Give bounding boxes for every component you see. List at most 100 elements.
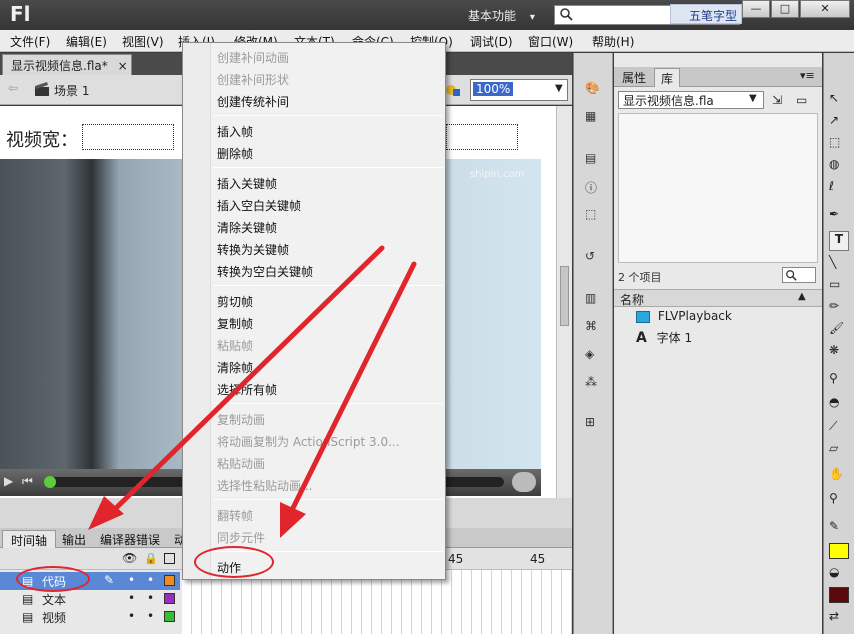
- project-icon[interactable]: ⊞: [585, 415, 603, 433]
- eye-icon[interactable]: 👁: [122, 551, 137, 565]
- close-button[interactable]: ✕: [800, 0, 850, 18]
- menu-create-shape-tween[interactable]: 创建补间形状: [217, 71, 289, 88]
- maximize-button[interactable]: □: [771, 0, 799, 18]
- text-tool-icon[interactable]: T: [829, 231, 849, 251]
- layer-row[interactable]: ▤ 文本 • •: [0, 590, 180, 608]
- menu-reverse-frames[interactable]: 翻转帧: [217, 507, 253, 524]
- scene-label[interactable]: 场景 1: [54, 82, 89, 99]
- menu-help[interactable]: 帮助(H): [592, 33, 634, 50]
- outline-icon[interactable]: [164, 553, 175, 564]
- lasso-tool-icon[interactable]: ℓ: [829, 179, 849, 199]
- layer-name[interactable]: 视频: [42, 609, 66, 626]
- video-width-textfield[interactable]: [82, 124, 174, 150]
- sort-icon[interactable]: ▲: [798, 291, 806, 302]
- lock-icon[interactable]: 🔒: [144, 552, 158, 565]
- menu-create-motion-tween[interactable]: 创建补间动画: [217, 49, 289, 66]
- swatches-icon[interactable]: ▦: [585, 109, 603, 127]
- menu-copy-motion[interactable]: 复制动画: [217, 411, 265, 428]
- menu-paste-frames[interactable]: 粘贴帧: [217, 337, 253, 354]
- free-transform-tool-icon[interactable]: ⬚: [829, 135, 849, 155]
- menu-paste-motion[interactable]: 粘贴动画: [217, 455, 265, 472]
- fill-color-swatch[interactable]: [829, 587, 849, 603]
- document-tab[interactable]: 显示视频信息.fla* ×: [2, 54, 132, 75]
- align-icon[interactable]: ▤: [585, 151, 603, 169]
- library-icon[interactable]: ▥: [585, 291, 603, 309]
- menu-synchronize-symbols[interactable]: 同步元件: [217, 529, 265, 546]
- menu-clear-frames[interactable]: 清除帧: [217, 359, 253, 376]
- eraser-tool-icon[interactable]: ▱: [829, 441, 849, 461]
- info-icon[interactable]: ⓘ: [585, 179, 603, 197]
- layer-outline-color[interactable]: [164, 575, 175, 586]
- visibility-dot[interactable]: •: [128, 609, 135, 623]
- stage-vertical-scrollbar[interactable]: [556, 106, 572, 506]
- menu-insert-blank-keyframe[interactable]: 插入空白关键帧: [217, 197, 301, 214]
- line-tool-icon[interactable]: ╲: [829, 255, 849, 275]
- menu-create-classic-tween[interactable]: 创建传统补间: [217, 93, 289, 110]
- brush-tool-icon[interactable]: 🖌: [829, 321, 849, 341]
- bone-tool-icon[interactable]: ⚲: [829, 371, 849, 391]
- tab-output[interactable]: 输出: [54, 530, 94, 548]
- lock-dot[interactable]: •: [147, 573, 154, 587]
- subselection-tool-icon[interactable]: ↗: [829, 113, 849, 133]
- menu-paste-motion-special[interactable]: 选择性粘贴动画...: [217, 477, 312, 494]
- layer-name[interactable]: 文本: [42, 591, 66, 608]
- text-field[interactable]: [446, 124, 518, 150]
- tab-timeline[interactable]: 时间轴: [2, 530, 57, 548]
- tab-library[interactable]: 库: [654, 68, 681, 87]
- components-icon[interactable]: ◈: [585, 347, 603, 365]
- play-icon[interactable]: ▶: [4, 474, 13, 488]
- menu-clear-keyframe[interactable]: 清除关键帧: [217, 219, 277, 236]
- edit-symbols-icon[interactable]: [444, 81, 462, 99]
- motion-presets-icon[interactable]: ⁂: [585, 375, 603, 393]
- library-file-select[interactable]: 显示视频信息.fla ▼: [618, 91, 764, 109]
- menu-edit[interactable]: 编辑(E): [66, 33, 107, 50]
- transform-icon[interactable]: ⬚: [585, 207, 603, 225]
- 3d-rotation-tool-icon[interactable]: ◍: [829, 157, 849, 177]
- menu-copy-motion-as-as3[interactable]: 将动画复制为 ActionScript 3.0...: [217, 433, 400, 450]
- menu-insert-keyframe[interactable]: 插入关键帧: [217, 175, 277, 192]
- selection-tool-icon[interactable]: ↖: [829, 91, 849, 111]
- library-search-input[interactable]: [782, 267, 816, 283]
- eyedropper-tool-icon[interactable]: ⟋: [829, 419, 849, 439]
- menu-convert-to-keyframe[interactable]: 转换为关键帧: [217, 241, 289, 258]
- color-icon[interactable]: 🎨: [585, 81, 603, 99]
- back-arrow-icon[interactable]: ⇦: [8, 81, 18, 95]
- tab-compiler-errors[interactable]: 编译器错误: [92, 530, 168, 548]
- close-tab-icon[interactable]: ×: [118, 59, 128, 73]
- rewind-icon[interactable]: ⏮: [22, 474, 33, 489]
- menu-file[interactable]: 文件(F): [10, 33, 50, 50]
- rectangle-tool-icon[interactable]: ▭: [829, 277, 849, 297]
- layer-row[interactable]: ▤ 视频 • •: [0, 608, 180, 626]
- swap-colors-icon[interactable]: ⇄: [829, 609, 849, 629]
- zoom-select[interactable]: 100% ▼: [470, 79, 568, 101]
- panel-menu-icon[interactable]: ▾≡: [800, 69, 815, 82]
- deco-tool-icon[interactable]: ❋: [829, 343, 849, 363]
- library-item[interactable]: A 字体 1: [636, 329, 692, 347]
- menu-view[interactable]: 视图(V): [122, 33, 164, 50]
- library-item[interactable]: FLVPlayback: [636, 309, 732, 327]
- layer-outline-color[interactable]: [164, 611, 175, 622]
- menu-copy-frames[interactable]: 复制帧: [217, 315, 253, 332]
- history-icon[interactable]: ↺: [585, 249, 603, 267]
- menu-insert-frame[interactable]: 插入帧: [217, 123, 253, 140]
- menu-select-all-frames[interactable]: 选择所有帧: [217, 381, 277, 398]
- pin-icon[interactable]: ⇲: [772, 93, 782, 107]
- library-column-header[interactable]: 名称 ▲: [614, 289, 822, 307]
- minimize-button[interactable]: —: [742, 0, 770, 18]
- volume-icon[interactable]: [512, 472, 536, 492]
- scroll-thumb[interactable]: [560, 266, 569, 326]
- menu-cut-frames[interactable]: 剪切帧: [217, 293, 253, 310]
- menu-debug[interactable]: 调试(D): [470, 33, 513, 50]
- visibility-dot[interactable]: •: [128, 591, 135, 605]
- lock-dot[interactable]: •: [147, 609, 154, 623]
- actions-icon[interactable]: ⌘: [585, 319, 603, 337]
- pencil-tool-icon[interactable]: ✏: [829, 299, 849, 319]
- tab-properties[interactable]: 属性: [616, 68, 652, 87]
- workspace-switcher[interactable]: 基本功能 ▾: [468, 7, 535, 24]
- pen-tool-icon[interactable]: ✒: [829, 207, 849, 227]
- seek-handle[interactable]: [44, 476, 56, 488]
- visibility-dot[interactable]: •: [128, 573, 135, 587]
- new-library-icon[interactable]: ▭: [796, 93, 807, 107]
- hand-tool-icon[interactable]: ✋: [829, 467, 849, 487]
- stroke-color-swatch[interactable]: [829, 543, 849, 559]
